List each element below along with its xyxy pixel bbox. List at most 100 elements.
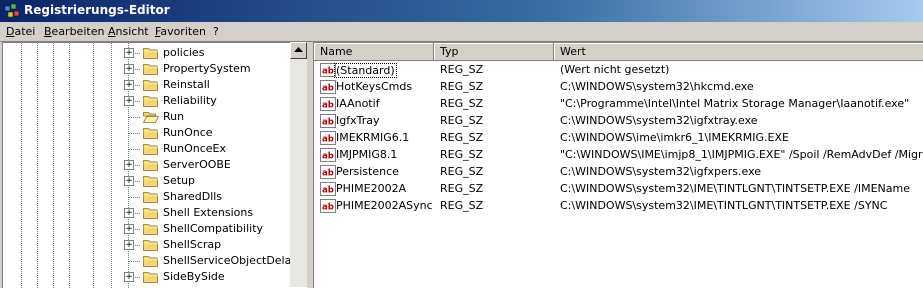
menu-bearbeiten[interactable]: Bearbeiten xyxy=(44,25,104,38)
value-type: REG_SZ xyxy=(440,114,484,127)
reg-sz-icon: ab xyxy=(320,97,336,111)
expand-icon[interactable]: + xyxy=(124,96,134,106)
value-row[interactable]: ab IMEKRMIG6.1 REG_SZ C:\WINDOWS\ime\imkr6_… xyxy=(314,130,923,147)
svg-text:ab: ab xyxy=(322,152,334,162)
open-folder-icon xyxy=(143,112,159,123)
tree-item-label: Setup xyxy=(163,174,196,187)
value-name: IMJPMIG8.1 xyxy=(336,148,398,161)
value-type: REG_SZ xyxy=(440,80,484,93)
menu-favoriten[interactable]: Favoriten xyxy=(155,25,206,38)
value-data: (Wert nicht gesetzt) xyxy=(560,63,670,76)
value-row[interactable]: ab PHIME2002ASync REG_SZ C:\WINDOWS\system3… xyxy=(314,198,923,215)
value-row[interactable]: ab (Standard) REG_SZ (Wert nicht gesetzt) xyxy=(314,62,923,79)
tree-connector xyxy=(128,197,140,198)
value-type: REG_SZ xyxy=(440,199,484,212)
tree-connector xyxy=(128,117,140,118)
tree-item-label: SideBySide xyxy=(163,270,225,283)
tree-item[interactable]: ShellServiceObjectDelayLoad xyxy=(3,253,308,269)
expand-icon[interactable]: + xyxy=(124,160,134,170)
value-name: IMEKRMIG6.1 xyxy=(336,131,410,144)
column-header-value[interactable]: Wert xyxy=(554,43,923,61)
tree-item-label: RunOnceEx xyxy=(163,142,226,155)
value-name: HotKeysCmds xyxy=(336,80,413,93)
svg-text:ab: ab xyxy=(322,118,334,128)
tree-scrollbar[interactable] xyxy=(290,42,307,287)
tree-item[interactable]: + ShellScrap xyxy=(3,237,293,253)
value-type: REG_SZ xyxy=(440,97,484,110)
title-bar[interactable]: Registrierungs-Editor xyxy=(0,0,923,22)
window-title: Registrierungs-Editor xyxy=(24,3,170,17)
svg-text:ab: ab xyxy=(322,84,334,94)
tree-item-label: RunOnce xyxy=(163,126,213,139)
tree-item[interactable]: Run xyxy=(3,109,293,125)
column-header-name[interactable]: Name xyxy=(314,43,434,61)
tree-item-label: Shell Extensions xyxy=(163,206,254,219)
value-data: "C:\WINDOWS\IME\imjp8_1\IMJPMIG.EXE" /Sp… xyxy=(560,148,923,161)
reg-sz-icon: ab xyxy=(320,199,336,213)
value-row[interactable]: ab PHIME2002A REG_SZ C:\WINDOWS\system32\IM… xyxy=(314,181,923,198)
menu-ansicht[interactable]: Ansicht xyxy=(108,25,149,38)
tree-connector xyxy=(128,149,140,150)
folder-icon xyxy=(143,80,159,91)
expand-icon[interactable]: + xyxy=(124,48,134,58)
column-header-type[interactable]: Typ xyxy=(434,43,554,61)
tree-item[interactable]: RunOnceEx xyxy=(3,141,293,157)
reg-sz-icon: ab xyxy=(320,80,336,94)
value-type: REG_SZ xyxy=(440,148,484,161)
expand-icon[interactable]: + xyxy=(124,224,134,234)
svg-text:ab: ab xyxy=(322,101,334,111)
value-type: REG_SZ xyxy=(440,131,484,144)
tree-item[interactable]: + Shell Extensions xyxy=(3,205,293,221)
value-row[interactable]: ab IgfxTray REG_SZ C:\WINDOWS\system32\igfx… xyxy=(314,113,923,130)
folder-icon xyxy=(143,208,159,219)
tree-item[interactable]: + ShellCompatibility xyxy=(3,221,293,237)
scroll-up-button[interactable] xyxy=(290,42,307,59)
menu-datei[interactable]: Datei xyxy=(6,25,35,38)
value-row[interactable]: ab IMJPMIG8.1 REG_SZ "C:\WINDOWS\IME\imjp8_… xyxy=(314,147,923,164)
tree-item[interactable]: + ServerOOBE xyxy=(3,157,293,173)
expand-icon[interactable]: + xyxy=(124,272,134,282)
tree-item[interactable]: + SideBySide xyxy=(3,269,293,285)
folder-icon xyxy=(143,96,159,107)
value-data: C:\WINDOWS\system32\IME\TINTLGNT\TINTSET… xyxy=(560,199,888,212)
svg-text:ab: ab xyxy=(322,135,334,145)
value-type: REG_SZ xyxy=(440,165,484,178)
tree-item-label: ServerOOBE xyxy=(163,158,231,171)
value-name: (Standard) xyxy=(334,63,397,78)
tree-item-label: Reinstall xyxy=(163,78,210,91)
value-data: C:\WINDOWS\system32\igfxpers.exe xyxy=(560,165,762,178)
value-list[interactable]: Name Typ Wert ab (Standard) REG_SZ (Wert ni… xyxy=(313,42,923,288)
tree-item[interactable]: SharedDlls xyxy=(3,189,293,205)
key-tree[interactable]: + policies + PropertySystem + Reinstall + Relia… xyxy=(2,42,308,288)
expand-icon[interactable]: + xyxy=(124,240,134,250)
tree-item-label: ShellServiceObjectDelayLoad xyxy=(163,254,308,267)
value-data: C:\WINDOWS\ime\imkr6_1\IMEKRMIG.EXE xyxy=(560,131,789,144)
folder-icon xyxy=(143,128,159,139)
tree-item[interactable]: + PropertySystem xyxy=(3,61,293,77)
menu-help[interactable]: ? xyxy=(213,25,219,38)
svg-text:ab: ab xyxy=(322,67,334,77)
tree-item-label: Run xyxy=(163,110,185,123)
menu-bar: Datei Bearbeiten Ansicht Favoriten ? xyxy=(0,22,923,42)
folder-icon xyxy=(143,48,159,59)
value-name: PHIME2002ASync xyxy=(336,199,433,212)
value-type: REG_SZ xyxy=(440,63,484,76)
folder-icon xyxy=(143,272,159,283)
reg-sz-icon: ab xyxy=(320,148,336,162)
tree-item-label: Reliability xyxy=(163,94,217,107)
expand-icon[interactable]: + xyxy=(124,64,134,74)
tree-item[interactable]: + Setup xyxy=(3,173,293,189)
value-data: C:\WINDOWS\system32\igfxtray.exe xyxy=(560,114,758,127)
tree-item[interactable]: RunOnce xyxy=(3,125,293,141)
folder-icon xyxy=(143,240,159,251)
value-row[interactable]: ab HotKeysCmds REG_SZ C:\WINDOWS\system32\h… xyxy=(314,79,923,96)
tree-item[interactable]: + policies xyxy=(3,45,293,61)
expand-icon[interactable]: + xyxy=(124,80,134,90)
tree-item[interactable]: + Reinstall xyxy=(3,77,293,93)
value-row[interactable]: ab Persistence REG_SZ C:\WINDOWS\system32\i… xyxy=(314,164,923,181)
expand-icon[interactable]: + xyxy=(124,208,134,218)
value-name: IgfxTray xyxy=(336,114,380,127)
value-row[interactable]: ab IAAnotif REG_SZ "C:\Programme\Intel\Inte… xyxy=(314,96,923,113)
tree-item[interactable]: + Reliability xyxy=(3,93,293,109)
expand-icon[interactable]: + xyxy=(124,176,134,186)
